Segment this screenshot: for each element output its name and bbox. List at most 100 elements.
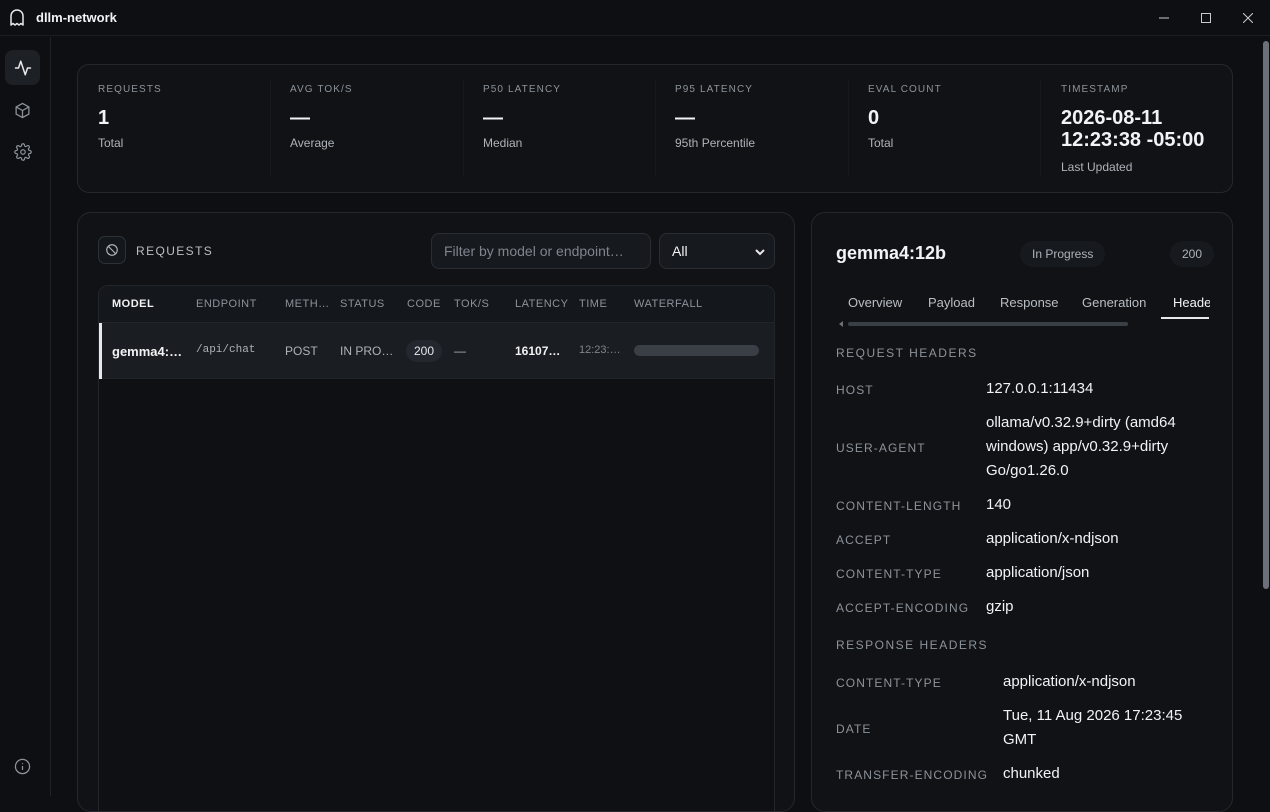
maximize-button[interactable]	[1194, 6, 1218, 30]
gear-icon	[13, 142, 32, 161]
header-value: gzip	[986, 598, 1014, 615]
stats-bar: REQUESTS 1 Total AVG TOK/S — Average P50…	[77, 64, 1233, 193]
maximize-icon	[1201, 13, 1211, 23]
table-header: MODEL ENDPOINT METH… STATUS CODE TOK/S L…	[99, 286, 774, 323]
detail-status-badge: In Progress	[1020, 241, 1106, 267]
stat-label: P50 LATENCY	[483, 84, 562, 95]
stat-label: AVG TOK/S	[290, 84, 353, 95]
header-key: CONTENT-TYPE	[836, 567, 942, 581]
table-row[interactable]: gemma4:… /api/chat POST IN PRO… 200 — 16…	[99, 323, 774, 379]
column-header[interactable]: WATERFALL	[634, 298, 703, 310]
stat-value-time: 12:23:38 -05:00	[1061, 129, 1205, 151]
cell-method: POST	[285, 344, 318, 358]
window-scrollbar-thumb[interactable]	[1263, 41, 1269, 589]
selected-indicator	[99, 323, 102, 379]
nav-network[interactable]	[5, 50, 40, 85]
stat-label: P95 LATENCY	[675, 84, 754, 95]
cell-latency: 16107…	[515, 344, 561, 358]
request-headers-title: REQUEST HEADERS	[836, 346, 978, 360]
stat-value: 1	[98, 107, 110, 129]
stat-sub: Average	[290, 136, 335, 150]
filter-input[interactable]	[431, 233, 651, 269]
chevron-down-icon	[755, 249, 765, 256]
clear-requests-button[interactable]	[98, 236, 126, 264]
status-filter-select[interactable]: All	[659, 233, 775, 269]
close-button[interactable]	[1236, 6, 1260, 30]
header-value: 127.0.0.1:11434	[986, 380, 1094, 397]
tab-headers[interactable]: Heade	[1173, 295, 1210, 310]
tab-payload[interactable]: Payload	[928, 295, 975, 310]
tabs-scrollbar-thumb[interactable]	[848, 322, 1128, 326]
stat-value: —	[483, 107, 503, 129]
stat-value: —	[675, 107, 695, 129]
app-title: dllm-network	[36, 10, 117, 25]
title-bar: dllm-network	[0, 0, 1270, 36]
requests-title: REQUESTS	[136, 244, 214, 258]
stat-sub: Total	[868, 136, 894, 150]
close-icon	[1243, 13, 1253, 23]
stat-label: REQUESTS	[98, 84, 162, 95]
sidebar	[0, 37, 51, 796]
stat-label: TIMESTAMP	[1061, 84, 1129, 95]
header-value: ollama/v0.32.9+dirty (amd64 windows) app…	[986, 414, 1176, 479]
header-key: CONTENT-TYPE	[836, 676, 942, 690]
ghost-logo-icon	[10, 9, 24, 26]
cell-code-badge: 200	[406, 340, 443, 362]
tab-generation[interactable]: Generation	[1082, 295, 1146, 310]
stat-label: EVAL COUNT	[868, 84, 942, 95]
detail-model-title: gemma4:12b	[836, 243, 947, 263]
cell-endpoint: /api/chat	[196, 344, 256, 356]
tab-response[interactable]: Response	[1000, 295, 1059, 310]
header-value: application/json	[986, 564, 1090, 581]
detail-tabs: Overview Payload Response Generation Hea…	[836, 293, 1210, 319]
activity-icon	[14, 60, 31, 75]
stat-value: —	[290, 107, 310, 129]
header-value: Tue, 11 Aug 2026 17:23:45 GMT	[1003, 707, 1183, 748]
nav-info[interactable]	[5, 749, 40, 784]
column-header[interactable]: TIME	[579, 298, 607, 310]
info-icon	[14, 758, 31, 775]
cell-status: IN PRO…	[340, 344, 394, 358]
header-key: ACCEPT	[836, 533, 892, 547]
minimize-button[interactable]	[1152, 6, 1176, 30]
column-header[interactable]: ENDPOINT	[196, 298, 257, 310]
requests-table: MODEL ENDPOINT METH… STATUS CODE TOK/S L…	[98, 285, 775, 811]
stat-value: 0	[868, 107, 880, 129]
stat-sub: Last Updated	[1061, 160, 1133, 174]
column-header[interactable]: STATUS	[340, 298, 385, 310]
header-value: application/x-ndjson	[1003, 673, 1136, 690]
column-header[interactable]: TOK/S	[454, 298, 489, 310]
select-value: All	[672, 243, 688, 259]
header-key: HOST	[836, 383, 874, 397]
stat-value: 2026-08-11	[1061, 107, 1163, 129]
waterfall-bar	[634, 345, 759, 356]
header-value: 140	[986, 496, 1012, 513]
header-key: TRANSFER-ENCODING	[836, 768, 989, 782]
cell-time: 12:23:…	[579, 344, 621, 356]
column-header[interactable]: LATENCY	[515, 298, 568, 310]
active-tab-indicator	[1161, 317, 1209, 319]
column-header[interactable]: MODEL	[112, 298, 154, 310]
nav-settings[interactable]	[5, 134, 40, 169]
requests-panel: REQUESTS All MODEL ENDPOINT METH… STATUS…	[77, 212, 795, 812]
header-value: application/x-ndjson	[986, 530, 1119, 547]
header-key: DATE	[836, 722, 872, 736]
detail-panel: gemma4:12b In Progress 200 Overview Payl…	[811, 212, 1233, 812]
column-header[interactable]: METH…	[285, 298, 330, 310]
nav-models[interactable]	[5, 93, 40, 128]
detail-code-badge: 200	[1170, 241, 1215, 267]
column-header[interactable]: CODE	[407, 298, 441, 310]
cell-model: gemma4:…	[112, 344, 183, 359]
tab-overview[interactable]: Overview	[848, 295, 902, 310]
stat-sub: Total	[98, 136, 124, 150]
response-headers-title: RESPONSE HEADERS	[836, 638, 989, 652]
header-key: USER-AGENT	[836, 441, 926, 455]
header-key: ACCEPT-ENCODING	[836, 601, 970, 615]
stat-sub: 95th Percentile	[675, 136, 756, 150]
clear-icon	[106, 244, 118, 256]
cube-icon	[15, 102, 30, 119]
stat-sub: Median	[483, 136, 523, 150]
tabs-scrollbar[interactable]	[836, 321, 1210, 327]
header-value: chunked	[1003, 765, 1060, 782]
window-scrollbar[interactable]	[1262, 37, 1270, 796]
